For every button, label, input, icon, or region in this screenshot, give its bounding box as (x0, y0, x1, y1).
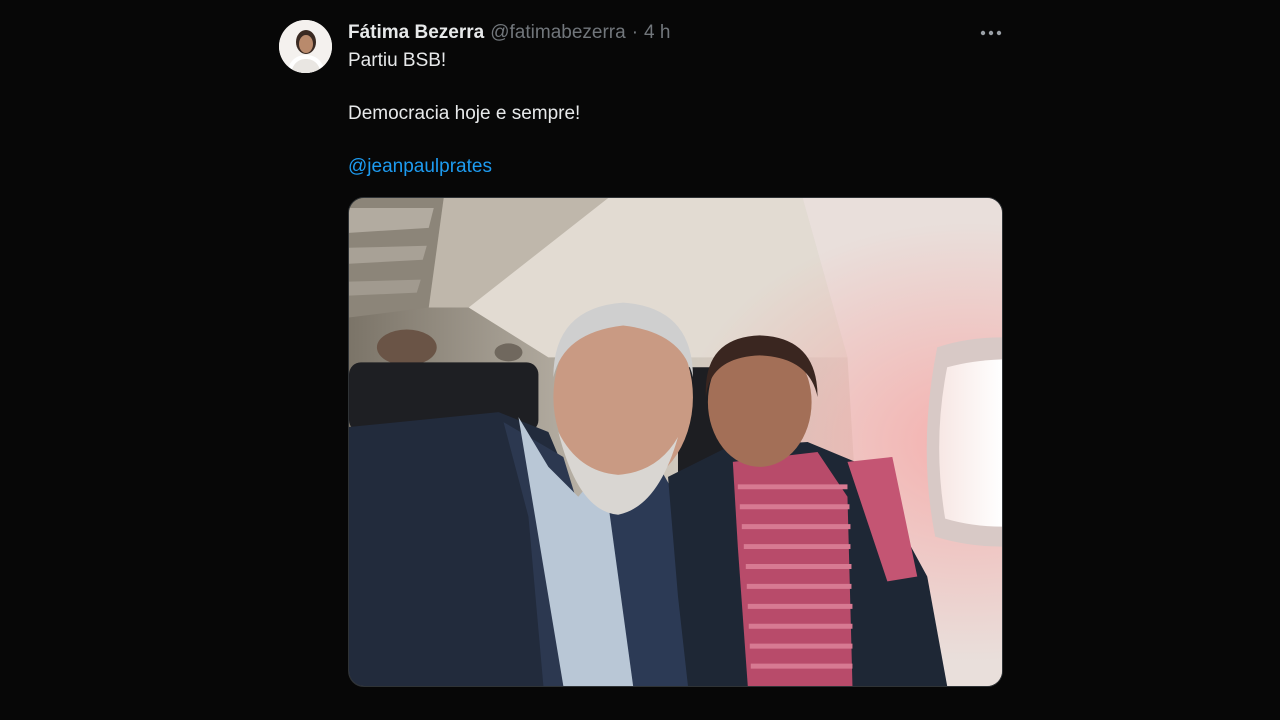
tweet-photo[interactable] (348, 197, 1003, 687)
mention-link[interactable]: @jeanpaulprates (348, 156, 492, 178)
separator-dot: · (631, 22, 639, 43)
author-name[interactable]: Fátima Bezerra (348, 22, 484, 44)
avatar[interactable] (279, 20, 332, 73)
airplane-selfie-photo (349, 198, 1002, 686)
tweet-header: Fátima Bezerra @fatimabezerra · 4 h (348, 21, 670, 45)
tweet-card: Fátima Bezerra @fatimabezerra · 4 h Part… (279, 18, 1005, 698)
avatar-image (279, 20, 332, 73)
author-handle[interactable]: @fatimabezerra (490, 22, 625, 44)
tweet-text-line-2: Democracia hoje e sempre! (348, 103, 581, 124)
more-horizontal-icon (980, 30, 1002, 36)
timestamp[interactable]: 4 h (644, 22, 670, 44)
tweet-text-line-1: Partiu BSB! (348, 50, 447, 71)
more-options-button[interactable] (977, 20, 1005, 46)
